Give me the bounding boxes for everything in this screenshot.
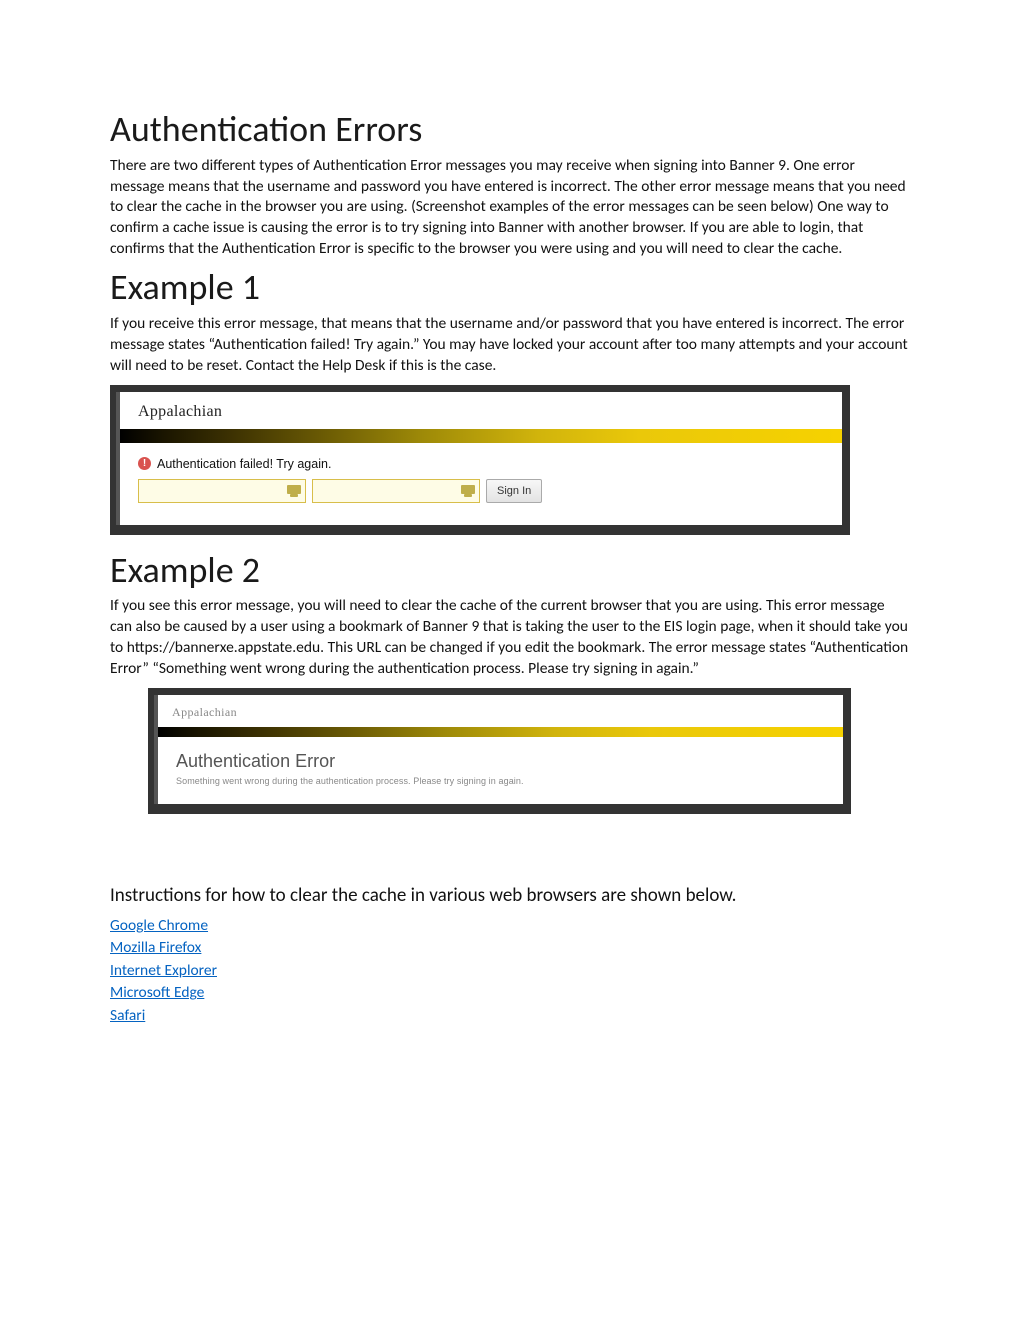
sign-in-button[interactable]: Sign In — [486, 479, 542, 503]
example2-screenshot: Appalachian Authentication Error Somethi… — [148, 688, 851, 814]
document-page: Authentication Errors There are two diff… — [0, 0, 1020, 1320]
example2-text: If you see this error message, you will … — [110, 596, 910, 680]
screenshot1-body: ! Authentication failed! Try again. — [120, 443, 842, 525]
example2-heading: Example 2 — [110, 551, 910, 591]
screenshot2-body: Authentication Error Something went wron… — [158, 737, 843, 804]
appalachian-logo: Appalachian — [172, 705, 237, 719]
instructions-heading: Instructions for how to clear the cache … — [110, 884, 910, 907]
appalachian-logo: Appalachian — [138, 403, 222, 420]
username-field[interactable] — [138, 479, 306, 503]
link-chrome[interactable]: Google Chrome — [110, 915, 208, 937]
keyboard-icon — [461, 485, 475, 497]
screenshot1-header: Appalachian — [120, 392, 842, 429]
error-line: ! Authentication failed! Try again. — [138, 457, 824, 471]
browser-links: Google Chrome Mozilla Firefox Internet E… — [110, 915, 910, 1027]
link-ie[interactable]: Internet Explorer — [110, 960, 217, 982]
keyboard-icon — [287, 485, 301, 497]
link-firefox[interactable]: Mozilla Firefox — [110, 937, 201, 959]
page-title: Authentication Errors — [110, 110, 910, 150]
screenshot2-header: Appalachian — [158, 695, 843, 727]
example1-heading: Example 1 — [110, 268, 910, 308]
intro-paragraph: There are two different types of Authent… — [110, 156, 910, 261]
link-safari[interactable]: Safari — [110, 1005, 145, 1027]
error-title: Authentication Error — [176, 751, 825, 772]
error-subtitle: Something went wrong during the authenti… — [176, 776, 825, 786]
example1-screenshot: Appalachian ! Authentication failed! Try… — [110, 385, 850, 535]
example1-text: If you receive this error message, that … — [110, 314, 910, 377]
error-icon: ! — [138, 457, 151, 470]
screenshot2-gradient-bar — [158, 727, 843, 737]
error-message: Authentication failed! Try again. — [157, 457, 331, 471]
screenshot1-gradient-bar — [120, 429, 842, 443]
link-edge[interactable]: Microsoft Edge — [110, 982, 204, 1004]
password-field[interactable] — [312, 479, 480, 503]
